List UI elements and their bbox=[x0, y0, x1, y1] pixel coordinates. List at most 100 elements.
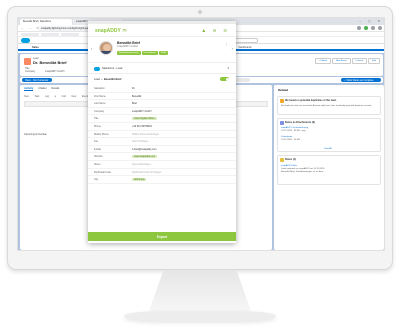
field-list: Salutation Dr. First Name Benedikt Last Name… bbox=[88, 85, 236, 184]
extension-icon[interactable] bbox=[357, 26, 361, 30]
webcam-dot bbox=[198, 10, 202, 14]
tab-new-task[interactable]: New Task bbox=[24, 95, 39, 98]
field-row[interactable]: Fax Fax hinzufügen bbox=[88, 138, 236, 146]
monitor-stand-neck bbox=[149, 271, 251, 311]
monitor-stand-base bbox=[124, 311, 276, 321]
mark-status-complete-button[interactable]: ✓ Mark Status as Complete bbox=[341, 78, 381, 82]
chevron-down-icon: ▾ bbox=[227, 66, 229, 70]
note-icon bbox=[280, 158, 284, 162]
record-actions: + Follow New Event Convert Edit bbox=[314, 58, 380, 64]
field-value[interactable]: www.snapaddy.com bbox=[132, 154, 158, 158]
field-label: Mobile Phone bbox=[94, 132, 109, 136]
warning-icon bbox=[280, 99, 284, 103]
field-value[interactable]: Chief Digital Officer bbox=[132, 116, 157, 120]
convert-button[interactable]: Convert bbox=[351, 58, 368, 64]
field-row[interactable]: Zip/Postal Code Zip/Postal Code hinzufüge… bbox=[88, 169, 236, 177]
contact-company: snapADDY GmbH bbox=[117, 45, 138, 48]
field-label: Company bbox=[94, 109, 105, 113]
view-all-link[interactable]: View All bbox=[324, 148, 332, 150]
field-label: E-Mail bbox=[94, 147, 101, 151]
extension-icon[interactable] bbox=[371, 26, 375, 30]
field-label: Fax bbox=[94, 140, 98, 144]
field-row[interactable]: Company snapADDY GmbH bbox=[88, 108, 236, 116]
tab-new-event[interactable]: New Event bbox=[71, 95, 88, 98]
path-step-current[interactable]: Open - Not Contacted bbox=[22, 78, 52, 82]
field-label: Website bbox=[94, 155, 103, 159]
field-label: Salutation bbox=[94, 87, 105, 90]
new-event-button[interactable]: New Event bbox=[331, 58, 351, 64]
bookmark[interactable] bbox=[21, 33, 39, 36]
tab-details[interactable]: Details bbox=[51, 87, 59, 90]
field-value[interactable]: Mobile Phone hinzufügen bbox=[132, 133, 159, 136]
field-row[interactable]: Street Street hinzufügen bbox=[88, 161, 236, 169]
bookmark[interactable] bbox=[61, 33, 79, 36]
field-label: Street bbox=[94, 162, 101, 166]
contact-card: ‹ Benedikt Brief snapADDY GmbH Biografie… bbox=[88, 37, 236, 63]
field-row[interactable]: City Würzburg bbox=[88, 176, 236, 184]
field-value[interactable]: snapADDY GmbH bbox=[132, 110, 151, 113]
monitor-frame: Benedikt Brief | Salesforce snapADDY – ▢… bbox=[7, 6, 393, 270]
attachment-icon bbox=[280, 121, 284, 125]
tab-chatter[interactable]: Chatter bbox=[38, 87, 47, 90]
upcoming-overdue-label[interactable]: Upcoming & Overdue bbox=[24, 133, 47, 136]
field-value[interactable]: Fax hinzufügen bbox=[132, 140, 148, 143]
field-label: Zip/Postal Code bbox=[94, 170, 112, 174]
field-label: Title bbox=[94, 117, 99, 121]
chip-biography[interactable]: Biografiefergänzung bbox=[117, 51, 141, 55]
field-row[interactable]: Title Chief Digital Officer bbox=[88, 115, 236, 123]
lead-toggle[interactable] bbox=[220, 77, 229, 81]
chevron-left-icon[interactable]: ‹ bbox=[91, 46, 92, 51]
field-value[interactable]: Benedikt bbox=[132, 95, 141, 98]
salesforce-logo-icon bbox=[94, 67, 100, 71]
avatar bbox=[99, 41, 113, 55]
field-value[interactable]: Street hinzufügen bbox=[132, 163, 151, 166]
export-button[interactable]: Export bbox=[88, 232, 236, 241]
field-row[interactable]: Phone +49 931 69758181 bbox=[88, 123, 236, 131]
profile-icon[interactable] bbox=[378, 26, 382, 30]
field-row[interactable]: Last Name Brief bbox=[88, 100, 236, 108]
field-value[interactable]: Würzburg bbox=[132, 177, 147, 181]
window-controls[interactable]: – ▢ ✕ bbox=[359, 19, 383, 23]
related-panel: Related We found no potential duplicates… bbox=[274, 85, 384, 250]
snapaddy-extension-icon[interactable] bbox=[364, 26, 368, 30]
tab-log-call[interactable]: Log a Call bbox=[45, 95, 66, 98]
export-destination-select[interactable]: Salesforce - Lead ▾ bbox=[88, 64, 236, 74]
popup-header-icons[interactable]: ♟ ⚙ ☰ bbox=[202, 28, 230, 33]
more-options-icon[interactable]: ⋮ bbox=[225, 42, 228, 46]
vc-badge: VC bbox=[122, 29, 128, 33]
snapaddy-popup: snapADDY VC ♟ ⚙ ☰ ‹ Benedikt Brief snapA… bbox=[88, 21, 236, 243]
field-value[interactable]: Zip/Postal Code hinzufügen bbox=[132, 171, 161, 174]
field-row[interactable]: E-Mail b.brief@snapaddy.com bbox=[88, 146, 236, 154]
record-title: Dr. Benedikt Brief bbox=[33, 60, 67, 65]
lead-row: Lead ↔ Benedikt Brief bbox=[88, 75, 236, 84]
app-name: Sales bbox=[32, 46, 39, 49]
field-value[interactable]: Dr. bbox=[132, 87, 135, 90]
field-label: City bbox=[94, 178, 99, 182]
field-row[interactable]: Mobile Phone Mobile Phone hinzufügen bbox=[88, 131, 236, 139]
record-fields: Title Company snapADDY GmbH bbox=[25, 67, 65, 73]
enrichment-chips: Biografiefergänzung Firmendaten XING bbox=[117, 51, 169, 55]
field-value[interactable]: b.brief@snapaddy.com bbox=[132, 148, 156, 151]
edit-button[interactable]: Edit bbox=[368, 58, 380, 64]
duplicates-card: We found no potential duplicates of this… bbox=[277, 96, 381, 115]
field-value[interactable]: Brief bbox=[132, 102, 137, 105]
bookmark[interactable] bbox=[41, 33, 59, 36]
attachment-link[interactable]: snapADDY Visitenkarte.png bbox=[281, 127, 308, 129]
field-row[interactable]: Website www.snapaddy.com bbox=[88, 153, 236, 161]
lead-icon bbox=[24, 58, 31, 65]
field-row[interactable]: First Name Benedikt bbox=[88, 93, 236, 101]
notes-attachments-card: Notes & Attachments (2) snapADDY Visiten… bbox=[277, 118, 381, 152]
chip-xing[interactable]: XING bbox=[158, 51, 169, 55]
field-row[interactable]: Salutation Dr. bbox=[88, 85, 236, 93]
popup-header: snapADDY VC ♟ ⚙ ☰ bbox=[88, 24, 236, 37]
record-tabs: Activity Chatter Details bbox=[24, 87, 59, 91]
attachment-link[interactable]: Visitenkarte bbox=[281, 136, 292, 138]
chevron-right-icon[interactable]: › bbox=[232, 46, 233, 51]
field-label: First Name bbox=[94, 94, 106, 98]
field-value[interactable]: +49 931 69758181 bbox=[132, 125, 152, 128]
chip-company-data[interactable]: Firmendaten bbox=[141, 51, 158, 55]
note-link[interactable]: snapADDY Note bbox=[281, 165, 297, 167]
follow-button[interactable]: + Follow bbox=[314, 58, 331, 64]
tab-activity[interactable]: Activity bbox=[24, 87, 34, 91]
related-title: Related bbox=[278, 88, 289, 92]
